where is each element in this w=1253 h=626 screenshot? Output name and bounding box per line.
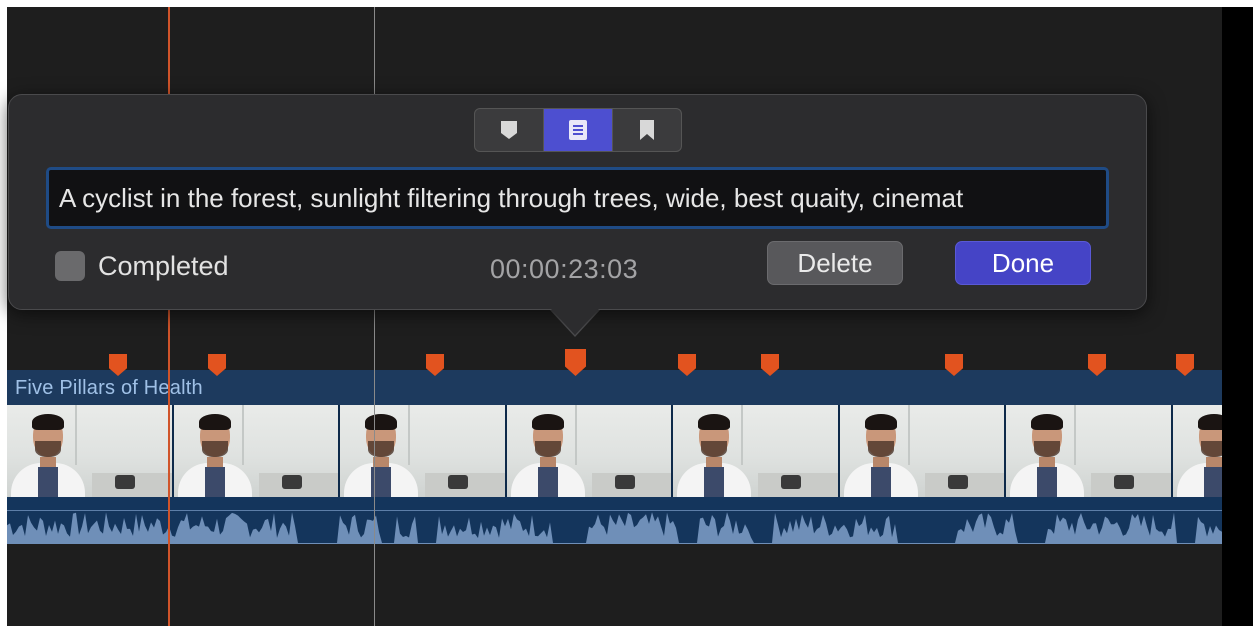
clip-thumbnails[interactable] <box>7 405 1222 497</box>
clip-thumbnail <box>506 405 673 497</box>
completed-checkbox[interactable] <box>55 251 85 281</box>
clip-header[interactable]: Five Pillars of Health <box>7 370 1222 405</box>
marker-note-input[interactable] <box>49 170 1106 226</box>
audio-waveform[interactable] <box>7 497 1222 544</box>
waveform-graphic <box>7 512 1222 544</box>
clip-thumbnail <box>1006 405 1173 497</box>
popover-arrow <box>551 309 599 335</box>
marker-type-standard[interactable] <box>475 109 543 151</box>
bookmark-icon <box>640 120 654 140</box>
clip-title: Five Pillars of Health <box>15 377 203 399</box>
clip-thumbnail <box>173 405 340 497</box>
clip-thumbnail <box>1172 405 1222 497</box>
window-edge <box>1222 7 1253 626</box>
marker-popover: Completed 00:00:23:03 Delete Done <box>8 94 1147 310</box>
clip-thumbnail <box>7 405 174 497</box>
marker-icon <box>501 121 517 139</box>
marker-type-todo[interactable] <box>543 109 612 151</box>
marker-timecode: 00:00:23:03 <box>490 254 639 284</box>
done-button[interactable]: Done <box>955 241 1091 285</box>
delete-button[interactable]: Delete <box>767 241 903 285</box>
clip-thumbnail <box>839 405 1006 497</box>
completed-label: Completed <box>98 251 229 281</box>
clip-thumbnail <box>340 405 507 497</box>
marker-type-segmented-control[interactable] <box>474 108 682 152</box>
clip-thumbnail <box>673 405 840 497</box>
marker-type-chapter[interactable] <box>612 109 681 151</box>
marker-note-field[interactable] <box>46 167 1109 229</box>
notes-icon <box>569 120 587 140</box>
